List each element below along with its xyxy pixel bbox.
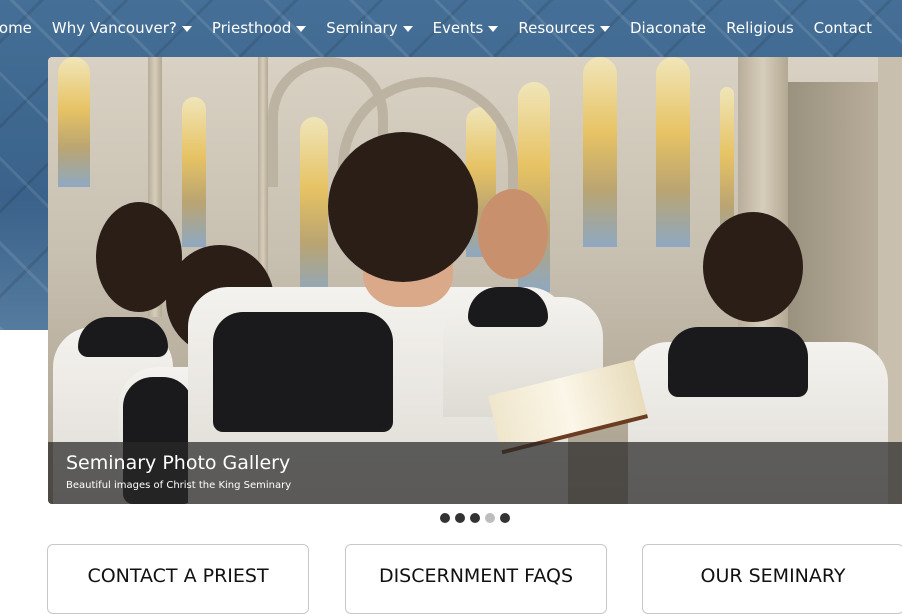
slide-caption-title: Seminary Photo Gallery (66, 452, 291, 474)
nav-resources[interactable]: Resources (518, 19, 610, 37)
slider-pagination (440, 513, 515, 523)
hero-slider[interactable]: Seminary Photo Gallery Beautiful images … (48, 57, 902, 504)
card-title: CONTACT A PRIEST (87, 565, 269, 587)
nav-priesthood[interactable]: Priesthood (211, 19, 307, 37)
nav-label: Home (0, 19, 32, 37)
caret-down-icon (599, 26, 610, 32)
card-contact-a-priest[interactable]: CONTACT A PRIEST (47, 544, 309, 614)
slider-dot-3[interactable] (470, 513, 480, 523)
slider-dot-2[interactable] (455, 513, 465, 523)
nav-home[interactable]: Home (0, 19, 32, 37)
slide-caption: Seminary Photo Gallery Beautiful images … (48, 442, 902, 504)
nav-label: Seminary (326, 19, 398, 37)
card-discernment-faqs[interactable]: DISCERNMENT FAQS (345, 544, 607, 614)
nav-why-vancouver[interactable]: Why Vancouver? (52, 19, 192, 37)
slider-dot-4[interactable] (485, 513, 495, 523)
nav-label: Resources (518, 19, 595, 37)
slide-caption-subtitle: Beautiful images of Christ the King Semi… (66, 480, 292, 491)
nav-diaconate[interactable]: Diaconate (630, 19, 706, 37)
caret-down-icon (296, 26, 307, 32)
nav-label: Contact (813, 19, 872, 37)
nav-label: Why Vancouver? (51, 19, 177, 37)
caret-down-icon (402, 26, 413, 32)
card-our-seminary[interactable]: OUR SEMINARY (642, 544, 902, 614)
slide-image-seminarians (48, 57, 902, 504)
card-title: OUR SEMINARY (700, 565, 846, 587)
slider-dot-1[interactable] (440, 513, 450, 523)
card-title: DISCERNMENT FAQS (378, 565, 574, 587)
nav-label: Diaconate (629, 19, 707, 37)
caret-down-icon (488, 26, 499, 32)
nav-seminary[interactable]: Seminary (326, 19, 413, 37)
slider-dot-5[interactable] (500, 513, 510, 523)
nav-label: Religious (726, 19, 794, 37)
caret-down-icon (181, 26, 192, 32)
main-nav: Home Why Vancouver? Priesthood Seminary … (0, 0, 902, 56)
nav-events[interactable]: Events (433, 19, 499, 37)
nav-label: Priesthood (211, 19, 292, 37)
nav-religious[interactable]: Religious (726, 19, 794, 37)
nav-contact[interactable]: Contact (814, 19, 872, 37)
nav-label: Events (432, 19, 484, 37)
